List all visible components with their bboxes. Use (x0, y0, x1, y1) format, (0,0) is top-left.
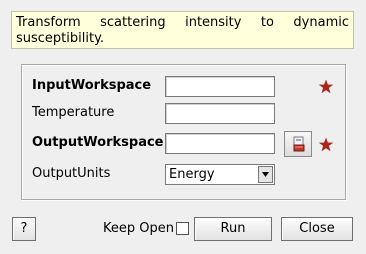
input-workspace-field[interactable] (165, 76, 275, 97)
output-units-selected-value: Energy (169, 167, 215, 182)
triangle-down-icon (262, 172, 269, 177)
workspace-browse-icon (293, 136, 305, 152)
keep-open-checkbox[interactable] (176, 222, 189, 235)
help-button[interactable]: ? (12, 217, 36, 241)
input-workspace-label: InputWorkspace (32, 78, 152, 93)
dropdown-arrow[interactable] (258, 166, 273, 183)
keep-open-label: Keep Open (103, 221, 174, 236)
output-workspace-label: OutputWorkspace (32, 135, 164, 150)
close-button[interactable]: Close (281, 217, 353, 241)
temperature-field[interactable] (165, 103, 275, 124)
output-units-dropdown[interactable]: Energy (165, 164, 275, 185)
algorithm-description: Transform scattering intensity to dynami… (11, 11, 354, 49)
run-button[interactable]: Run (194, 217, 272, 241)
required-star-icon (318, 79, 334, 94)
output-units-label: OutputUnits (32, 166, 111, 181)
temperature-label: Temperature (32, 105, 115, 120)
workspace-browse-button[interactable] (284, 131, 312, 157)
required-star-icon (318, 137, 334, 152)
properties-group: InputWorkspace Temperature OutputWorkspa… (21, 64, 346, 200)
output-workspace-field[interactable] (165, 133, 275, 154)
